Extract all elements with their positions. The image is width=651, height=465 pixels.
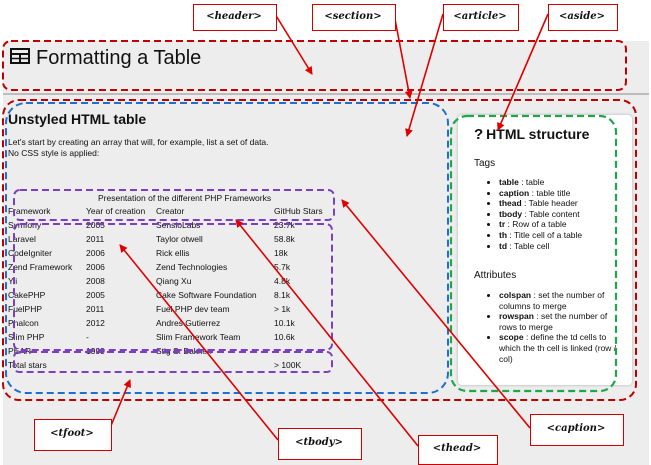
arrow-tfoot bbox=[109, 379, 131, 429]
aside-region-outline bbox=[449, 114, 618, 393]
tfoot-region-outline bbox=[13, 351, 333, 373]
arrow-aside bbox=[497, 13, 549, 131]
label-thead: <thead> bbox=[432, 443, 482, 454]
arrow-tbody bbox=[119, 244, 279, 441]
tbody-region-outline bbox=[13, 223, 333, 351]
label-section: <section> bbox=[324, 11, 382, 22]
arrow-article bbox=[405, 13, 444, 137]
label-caption: <caption> bbox=[546, 423, 606, 434]
arrow-section bbox=[393, 13, 413, 99]
thead-region-outline bbox=[13, 189, 335, 221]
label-header: <header> bbox=[206, 11, 262, 22]
label-aside: <aside> bbox=[558, 11, 606, 22]
arrow-thead bbox=[235, 219, 419, 447]
article-region-outline bbox=[2, 99, 637, 401]
label-tbody: <tbody> bbox=[295, 437, 343, 448]
label-article: <article> bbox=[453, 11, 507, 22]
annotation-overlay bbox=[2, 13, 637, 447]
arrow-header bbox=[274, 13, 313, 75]
label-tfoot: <tfoot> bbox=[50, 428, 94, 439]
